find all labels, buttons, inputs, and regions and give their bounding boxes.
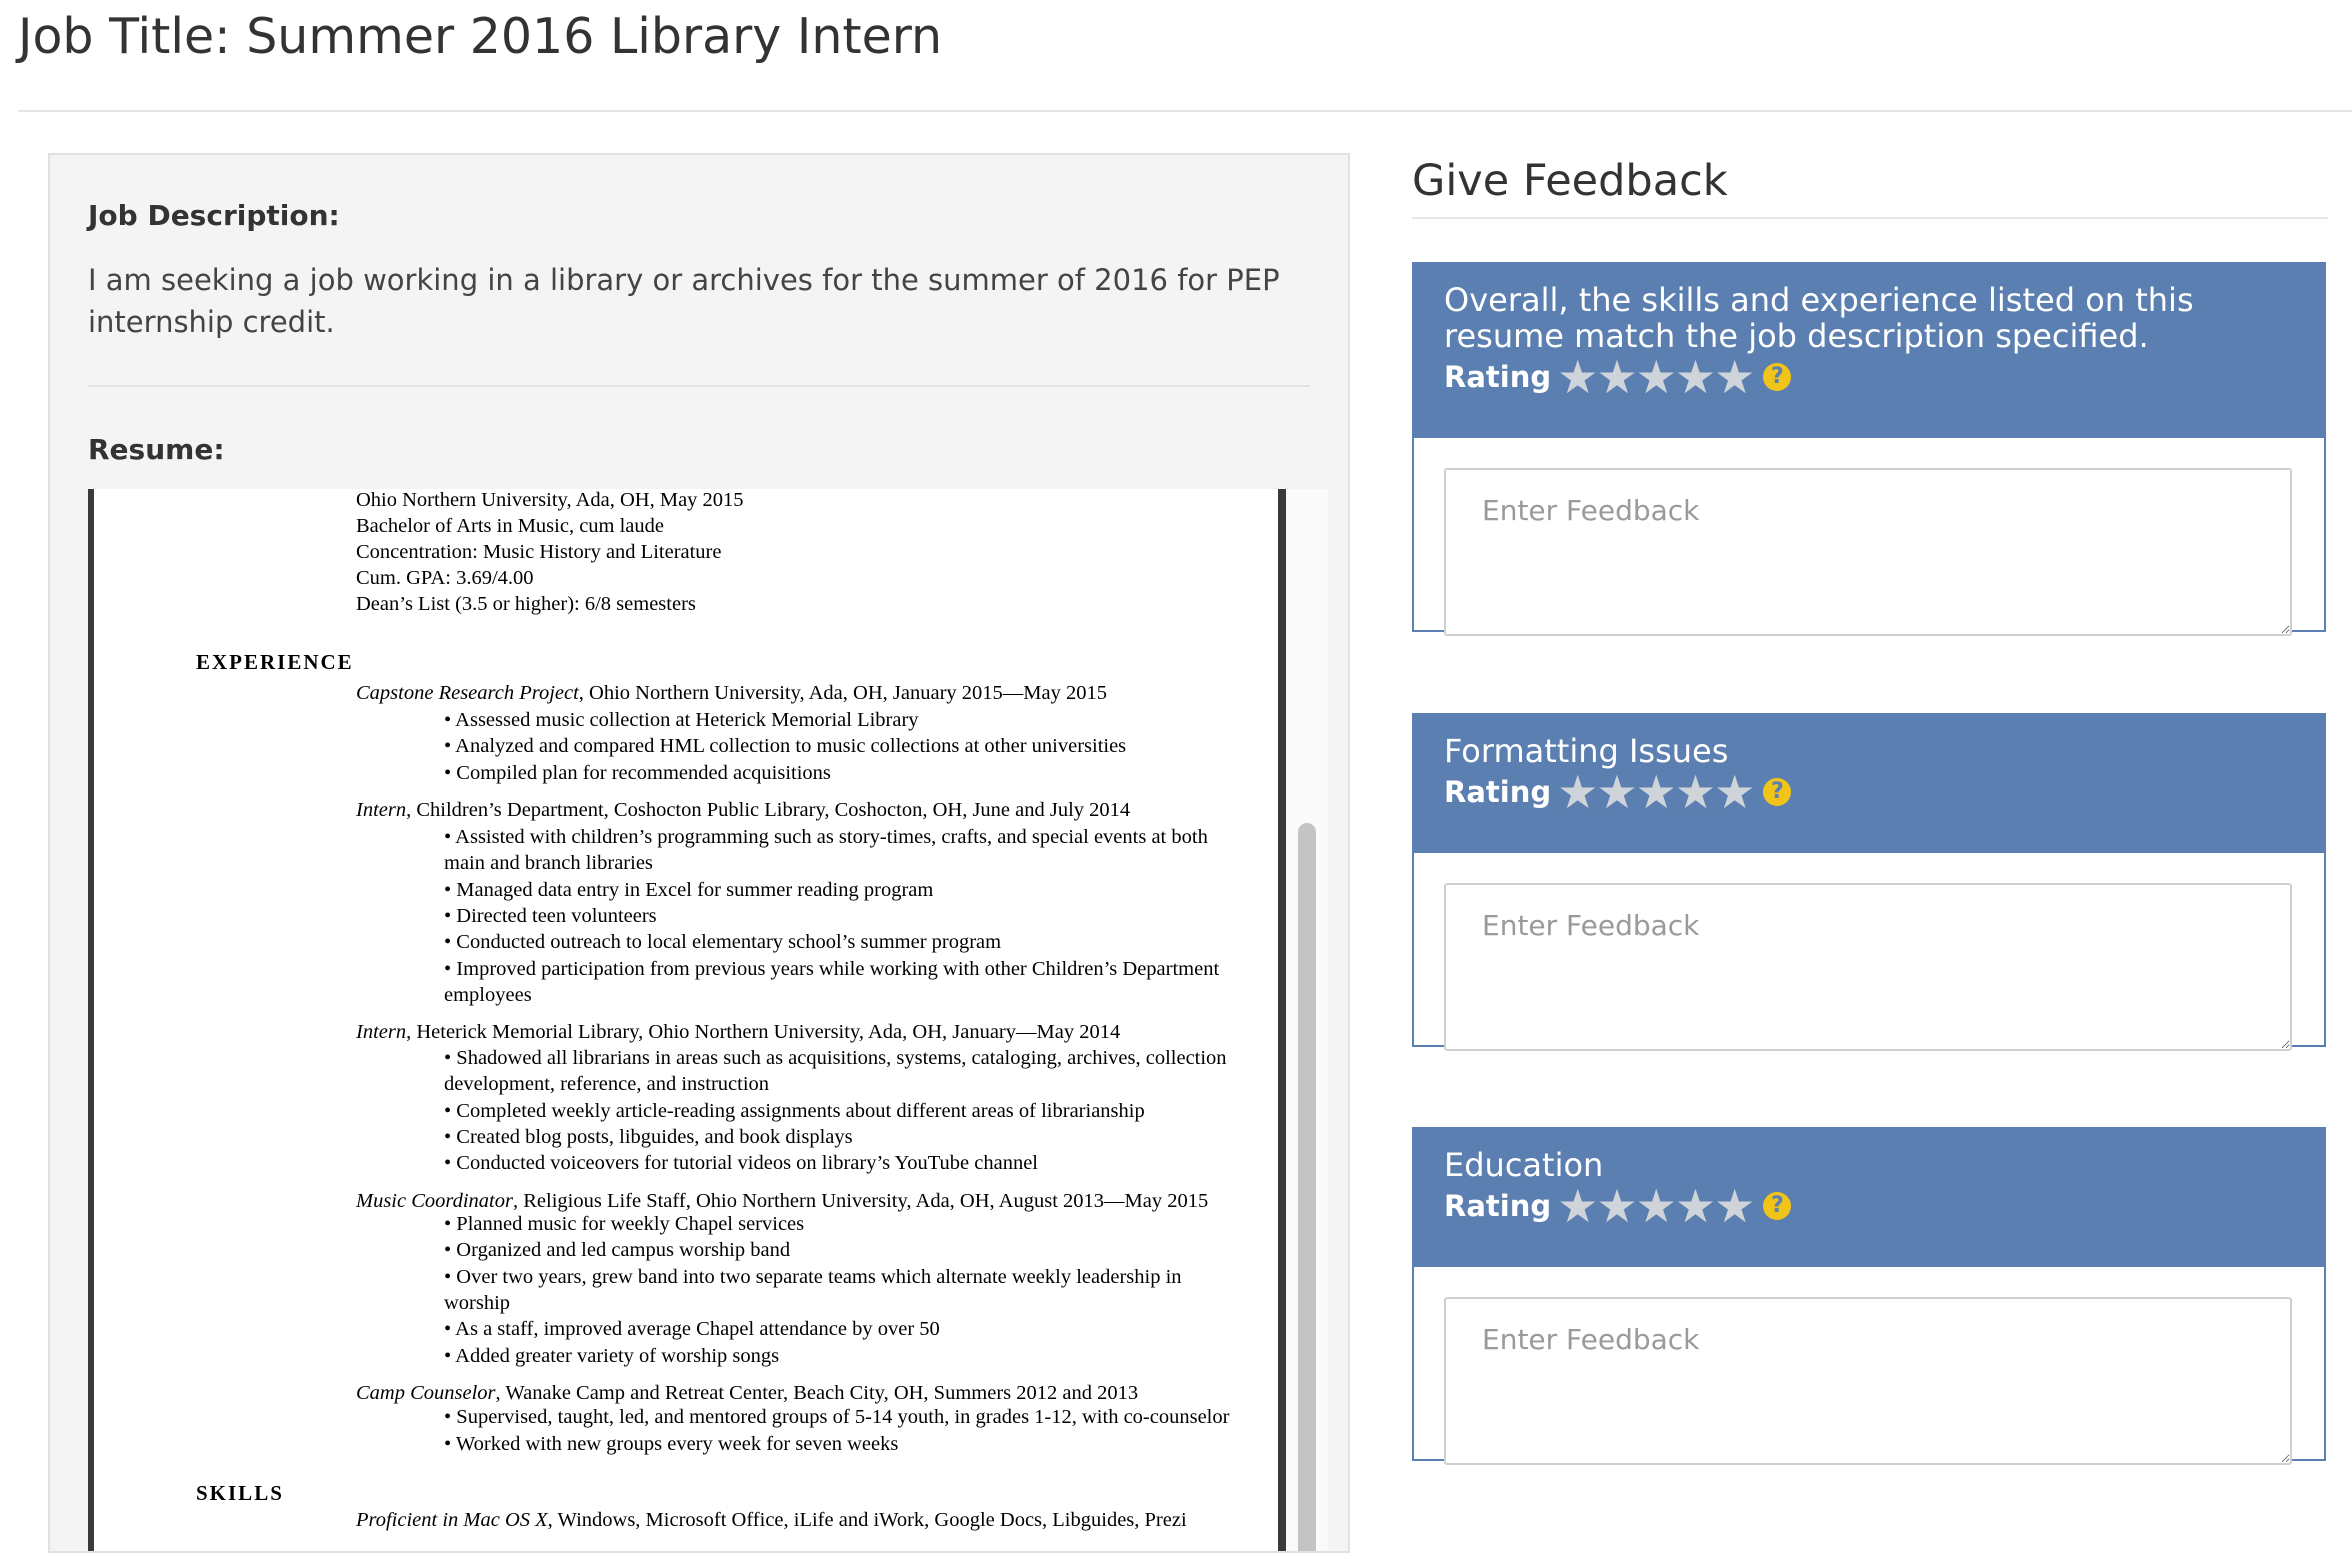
- resume-line: Dean’s List (3.5 or higher): 6/8 semeste…: [356, 593, 696, 615]
- star-rating[interactable]: ★ ★ ★ ★ ★: [1557, 354, 1755, 400]
- resume-line: Concentration: Music History and Literat…: [356, 541, 722, 563]
- resume-line: development, reference, and instruction: [444, 1073, 770, 1095]
- resume-line: Music Coordinator, Religious Life Staff,…: [356, 1190, 1209, 1212]
- resume-line: • Improved participation from previous y…: [444, 958, 1220, 980]
- resume-section-heading: EXPERIENCE: [196, 650, 354, 674]
- resume-line: Camp Counselor, Wanake Camp and Retreat …: [356, 1382, 1139, 1404]
- resume-viewer[interactable]: Ohio Northern University, Ada, OH, May 2…: [88, 489, 1328, 1551]
- resume-line: • Supervised, taught, led, and mentored …: [444, 1406, 1230, 1428]
- rating-label: Rating: [1444, 775, 1552, 809]
- resume-line: • Conducted voiceovers for tutorial vide…: [444, 1152, 1038, 1174]
- resume-line: • Directed teen volunteers: [444, 905, 657, 927]
- resume-line: employees: [444, 984, 532, 1006]
- resume-line: • Completed weekly article-reading assig…: [444, 1100, 1145, 1122]
- star-icon[interactable]: ★: [1596, 769, 1637, 815]
- feedback-card: Overall, the skills and experience liste…: [1412, 262, 2326, 636]
- feedback-question: Formatting Issues: [1444, 732, 1729, 770]
- rating-row: Rating ★ ★ ★ ★ ★?: [1444, 769, 2294, 815]
- feedback-question: Overall, the skills and experience liste…: [1444, 281, 2194, 355]
- feedback-card-header: Education Rating ★ ★ ★ ★ ★?: [1414, 1129, 2324, 1267]
- resume-line: • Compiled plan for recommended acquisit…: [444, 762, 831, 784]
- star-icon[interactable]: ★: [1636, 1183, 1677, 1229]
- feedback-question: Education: [1444, 1146, 1604, 1184]
- feedback-input[interactable]: [1444, 883, 2292, 1051]
- resume-line: • Shadowed all librarians in areas such …: [444, 1047, 1227, 1069]
- resume-line: • Worked with new groups every week for …: [444, 1433, 899, 1455]
- resume-line: • Assessed music collection at Heterick …: [444, 709, 919, 731]
- resume-line: • Managed data entry in Excel for summer…: [444, 879, 934, 901]
- feedback-card: Education Rating ★ ★ ★ ★ ★?: [1412, 1127, 2326, 1465]
- resume-line: • Analyzed and compared HML collection t…: [444, 735, 1127, 757]
- resume-line: • Conducted outreach to local elementary…: [444, 931, 1002, 953]
- star-icon[interactable]: ★: [1636, 769, 1677, 815]
- star-icon[interactable]: ★: [1596, 354, 1637, 400]
- scrollbar-thumb[interactable]: [1298, 823, 1316, 1551]
- page-title: Job Title: Summer 2016 Library Intern: [18, 8, 943, 65]
- resume-line: Capstone Research Project, Ohio Northern…: [356, 682, 1107, 704]
- rating-label: Rating: [1444, 1189, 1552, 1223]
- feedback-input[interactable]: [1444, 468, 2292, 636]
- star-icon[interactable]: ★: [1557, 769, 1598, 815]
- resume-line: Bachelor of Arts in Music, cum laude: [356, 515, 665, 537]
- resume-line: • Over two years, grew band into two sep…: [444, 1266, 1182, 1288]
- star-icon[interactable]: ★: [1675, 769, 1716, 815]
- resume-line: • Assisted with children’s programming s…: [444, 826, 1208, 848]
- resume-line: • Organized and led campus worship band: [444, 1239, 791, 1261]
- job-description-label: Job Description:: [88, 199, 340, 232]
- resume-line: main and branch libraries: [444, 852, 653, 874]
- star-icon[interactable]: ★: [1714, 354, 1755, 400]
- star-icon[interactable]: ★: [1557, 354, 1598, 400]
- resume-line: Intern, Children’s Department, Coshocton…: [356, 799, 1131, 821]
- resume-line: • Added greater variety of worship songs: [444, 1345, 780, 1367]
- resume-line: worship: [444, 1292, 511, 1314]
- resume-line: Proficient in Mac OS X, Windows, Microso…: [356, 1509, 1187, 1531]
- give-feedback-heading: Give Feedback: [1412, 156, 1728, 206]
- resume-section-heading: SKILLS: [196, 1481, 284, 1505]
- feedback-divider: [1412, 217, 2328, 219]
- document-border-left: [88, 489, 94, 1551]
- star-icon[interactable]: ★: [1714, 769, 1755, 815]
- help-icon[interactable]: ?: [1763, 778, 1792, 806]
- help-icon[interactable]: ?: [1763, 363, 1792, 391]
- rating-row: Rating ★ ★ ★ ★ ★?: [1444, 354, 2294, 400]
- resume-label: Resume:: [88, 433, 225, 466]
- star-rating[interactable]: ★ ★ ★ ★ ★: [1557, 769, 1755, 815]
- job-description-text: I am seeking a job working in a library …: [88, 263, 1280, 339]
- resume-line: Cum. GPA: 3.69/4.00: [356, 567, 534, 589]
- help-icon[interactable]: ?: [1763, 1192, 1792, 1220]
- resume-line: • Created blog posts, libguides, and boo…: [444, 1126, 853, 1148]
- resume-line: • As a staff, improved average Chapel at…: [444, 1318, 940, 1340]
- resume-line: • Planned music for weekly Chapel servic…: [444, 1213, 805, 1235]
- title-divider: [18, 110, 2352, 112]
- job-panel: Job Description: I am seeking a job work…: [48, 153, 1350, 1553]
- feedback-card-header: Overall, the skills and experience liste…: [1414, 264, 2324, 438]
- star-icon[interactable]: ★: [1636, 354, 1677, 400]
- rating-label: Rating: [1444, 360, 1552, 394]
- document-border-right: [1278, 489, 1286, 1551]
- rating-row: Rating ★ ★ ★ ★ ★?: [1444, 1183, 2294, 1229]
- star-rating[interactable]: ★ ★ ★ ★ ★: [1557, 1183, 1755, 1229]
- feedback-input[interactable]: [1444, 1297, 2292, 1465]
- resume-line: Intern, Heterick Memorial Library, Ohio …: [356, 1021, 1121, 1043]
- feedback-card-header: Formatting Issues Rating ★ ★ ★ ★ ★?: [1414, 715, 2324, 853]
- star-icon[interactable]: ★: [1675, 354, 1716, 400]
- star-icon[interactable]: ★: [1714, 1183, 1755, 1229]
- star-icon[interactable]: ★: [1675, 1183, 1716, 1229]
- star-icon[interactable]: ★: [1596, 1183, 1637, 1229]
- star-icon[interactable]: ★: [1557, 1183, 1598, 1229]
- description-divider: [88, 385, 1310, 387]
- feedback-card: Formatting Issues Rating ★ ★ ★ ★ ★?: [1412, 713, 2326, 1051]
- resume-line: Ohio Northern University, Ada, OH, May 2…: [356, 489, 744, 511]
